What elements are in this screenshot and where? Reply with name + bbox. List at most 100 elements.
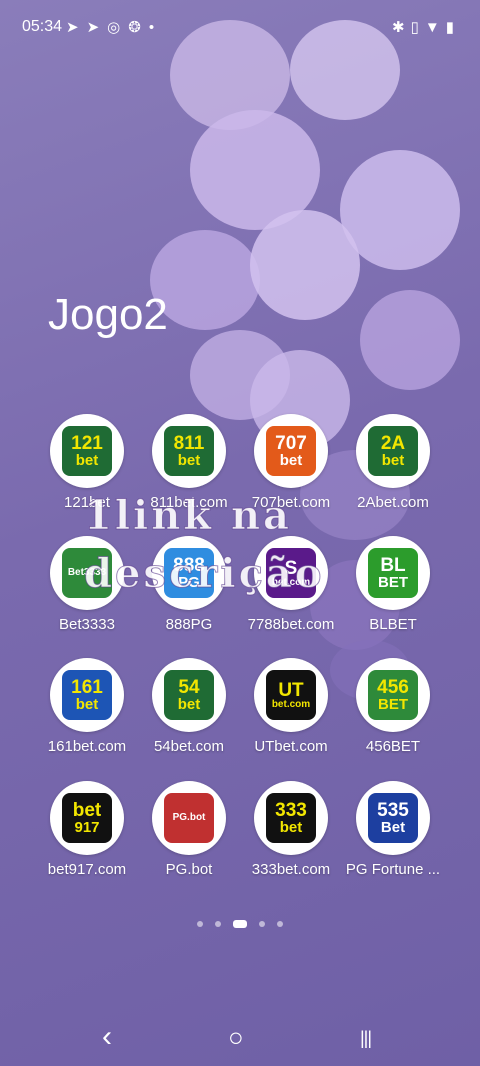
app-label: 888PG <box>165 616 213 633</box>
app-label: 161bet.com <box>47 738 127 755</box>
app-logo-icon: 2A bet <box>368 426 418 476</box>
logo-text-top: 456 <box>377 677 409 698</box>
app-icon[interactable]: 811 bet <box>152 414 226 488</box>
logo-text-bottom: bet <box>177 452 201 469</box>
app-logo-icon: UT bet.com <box>266 670 316 720</box>
overlay-line-1: 1link na <box>84 492 292 540</box>
app-icon-button[interactable]: bet 917 bet917.com <box>36 781 138 878</box>
app-icon[interactable]: bet 917 <box>50 781 124 855</box>
app-label: PG.bot <box>165 861 213 878</box>
logo-text-top: 161 <box>71 677 103 698</box>
logo-text-bottom: bet <box>279 819 303 836</box>
app-logo-icon: 707 bet <box>266 426 316 476</box>
app-label: 54bet.com <box>153 738 225 755</box>
app-label: 456BET <box>365 738 421 755</box>
app-logo-icon: PG.bot <box>164 793 214 843</box>
page-indicator <box>0 920 480 928</box>
bluetooth-icon: ✱ <box>392 19 411 36</box>
logo-text-bottom: PG.bot <box>172 812 206 823</box>
folder-title[interactable]: Jogo2 <box>48 290 168 340</box>
logo-text-top: 121 <box>71 433 103 454</box>
app-icon[interactable]: UT bet.com <box>254 658 328 732</box>
page-dot[interactable] <box>197 921 203 927</box>
app-logo-icon: 811 bet <box>164 426 214 476</box>
app-logo-icon: 333 bet <box>266 793 316 843</box>
logo-text-bottom: bet.com <box>271 698 311 710</box>
home-button[interactable]: ○ <box>228 1022 244 1053</box>
telegram-icon: ➤ <box>66 19 87 36</box>
app-logo-icon: 161 bet <box>62 670 112 720</box>
app-icon[interactable]: 535 Bet <box>356 781 430 855</box>
app-icon-button[interactable]: PG.bot PG.bot <box>138 781 240 878</box>
app-logo-icon: BL BET <box>368 548 418 598</box>
app-icon-button[interactable]: 2A bet 2Abet.com <box>342 414 444 511</box>
logo-text-bottom: 917 <box>74 819 100 836</box>
overlay-caption: 1link na descrição <box>84 487 325 603</box>
app-label: bet917.com <box>47 861 127 878</box>
app-icon[interactable]: 121 bet <box>50 414 124 488</box>
page-dot[interactable] <box>233 920 247 928</box>
app-label: 7788bet.com <box>247 616 335 633</box>
back-button[interactable]: ‹ <box>102 1020 112 1054</box>
app-icon-button[interactable]: UT bet.com UTbet.com <box>240 658 342 755</box>
logo-text-top: 54 <box>178 677 200 698</box>
status-time: 05:34 <box>22 18 63 35</box>
overlay-line-2: descrição <box>84 550 325 598</box>
logo-text-bottom: bet <box>381 452 405 469</box>
logo-text-top: 333 <box>275 800 307 821</box>
app-icon-button[interactable]: 161 bet 161bet.com <box>36 658 138 755</box>
app-icon-button[interactable]: 333 bet 333bet.com <box>240 781 342 878</box>
app-logo-icon: bet 917 <box>62 793 112 843</box>
logo-text-bottom: Bet <box>380 819 406 836</box>
logo-text-bottom: bet <box>279 452 303 469</box>
navigation-bar: ‹ ○ ||| <box>0 1016 480 1066</box>
page-dot[interactable] <box>259 921 265 927</box>
app-logo-icon: 535 Bet <box>368 793 418 843</box>
logo-text-top: 811 <box>173 433 205 454</box>
app-icon[interactable]: 161 bet <box>50 658 124 732</box>
logo-text-top: 2A <box>380 433 406 454</box>
recents-button[interactable]: ||| <box>360 1028 372 1049</box>
notification-icons: ➤➤◎❂• <box>66 18 162 36</box>
app-label: UTbet.com <box>254 738 328 755</box>
app-icon[interactable]: PG.bot <box>152 781 226 855</box>
app-icon[interactable]: 2A bet <box>356 414 430 488</box>
page-dot[interactable] <box>277 921 283 927</box>
battery-icon: ▮ <box>445 19 460 36</box>
app-icon[interactable]: 456 BET <box>356 658 430 732</box>
app-label: 333bet.com <box>251 861 331 878</box>
app-icon-button[interactable]: BL BET BLBET <box>342 536 444 633</box>
logo-text-bottom: BET <box>378 696 408 713</box>
app-logo-icon: 121 bet <box>62 426 112 476</box>
app-label: BLBET <box>369 616 417 633</box>
logo-text-top: 535 <box>377 800 409 821</box>
wifi-icon: ▼ <box>424 19 446 36</box>
logo-text-top: BL <box>380 555 406 576</box>
app-icon[interactable]: 54 bet <box>152 658 226 732</box>
app-label: PG Fortune ... <box>345 861 441 878</box>
system-icons: ✱▯▼▮ <box>392 18 460 36</box>
app-label: 2Abet.com <box>357 494 429 511</box>
telegram-icon: ➤ <box>86 19 108 36</box>
logo-text-top: bet <box>72 800 102 821</box>
vibrate-icon: ▯ <box>410 19 425 36</box>
logo-text-bottom: bet <box>177 696 201 713</box>
app-icon-button[interactable]: 535 Bet PG Fortune ... <box>342 781 444 878</box>
app-logo-icon: 54 bet <box>164 670 214 720</box>
app-icon-button[interactable]: 456 BET 456BET <box>342 658 444 755</box>
status-bar: 05:34 ➤➤◎❂• ✱▯▼▮ <box>0 0 480 56</box>
app-icon[interactable]: 707 bet <box>254 414 328 488</box>
app-icon-button[interactable]: 54 bet 54bet.com <box>138 658 240 755</box>
dot-icon: • <box>148 19 163 36</box>
location-icon: ◎ <box>107 19 129 36</box>
app-icon[interactable]: BL BET <box>356 536 430 610</box>
app-label: Bet3333 <box>59 616 115 633</box>
page-dot[interactable] <box>215 921 221 927</box>
logo-text-bottom: bet <box>75 452 99 469</box>
app-icon[interactable]: 333 bet <box>254 781 328 855</box>
logo-text-bottom: BET <box>378 574 408 591</box>
logo-text-top: 707 <box>275 433 307 454</box>
logo-text-top: UT <box>278 679 304 701</box>
logo-text-bottom: bet <box>75 696 99 713</box>
app-logo-icon: 456 BET <box>368 670 418 720</box>
